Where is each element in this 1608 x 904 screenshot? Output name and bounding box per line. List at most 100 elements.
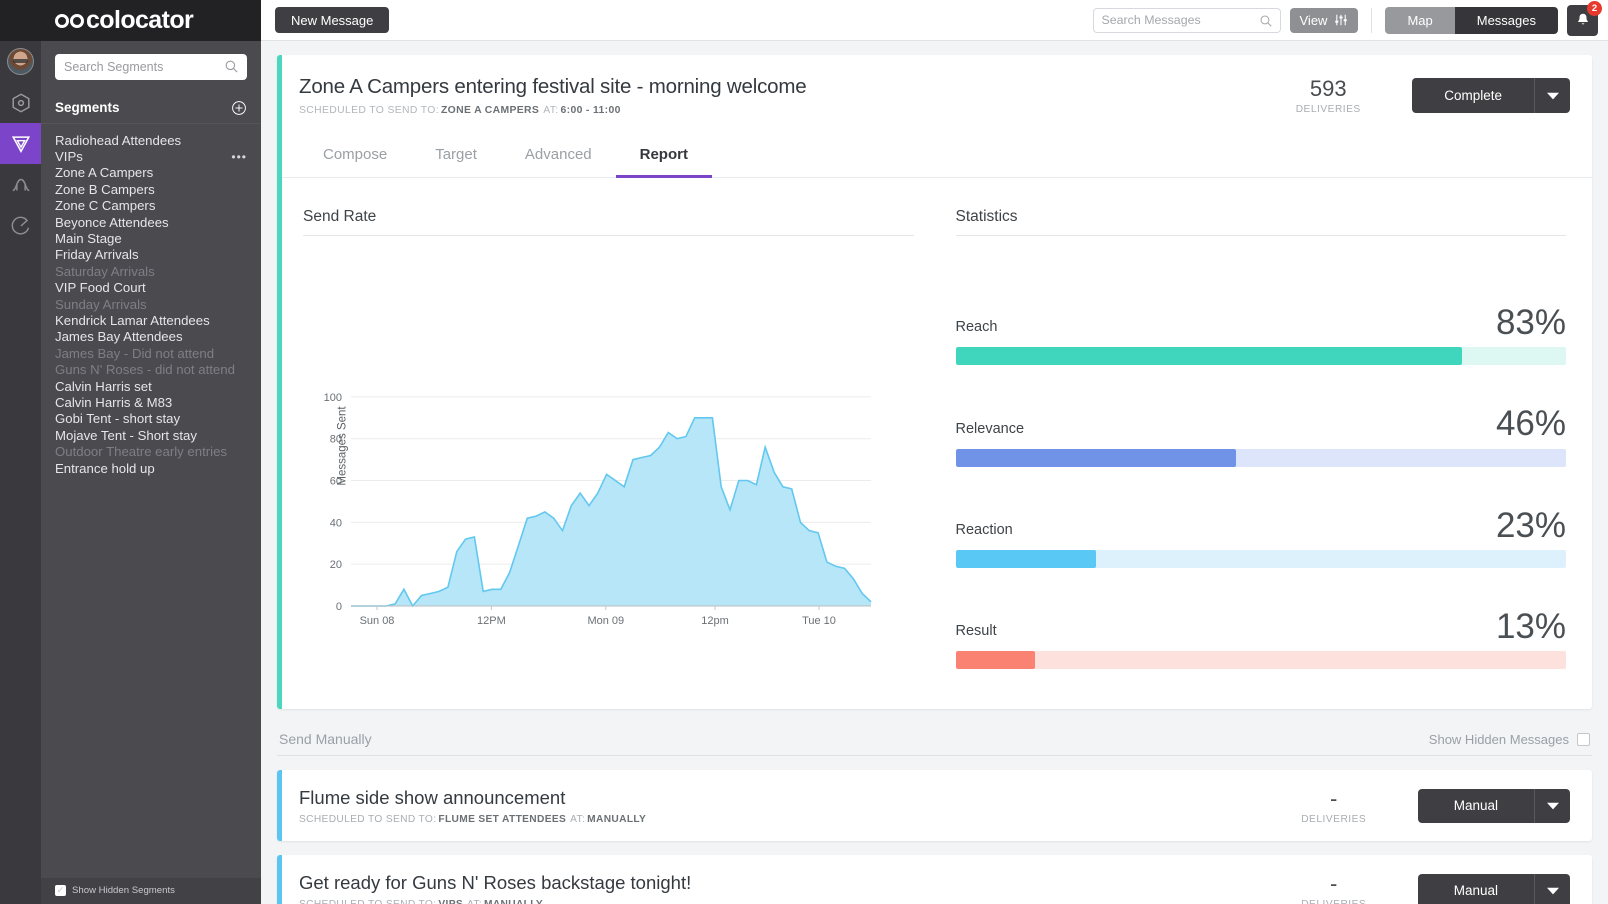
search-messages-input[interactable] [1093, 13, 1280, 27]
tab-target[interactable]: Target [411, 136, 501, 178]
sidebar-item-segment[interactable]: Gobi Tent - short stay [41, 411, 261, 427]
bell-curve-icon [11, 178, 30, 191]
statistic-reaction: Reaction 23% [955, 505, 1567, 568]
plus-circle-icon[interactable] [231, 100, 247, 116]
app-logo: colocator [43, 8, 194, 33]
segment-label: Guns N' Roses - did not attend [55, 362, 235, 378]
sidebar-item-segment[interactable]: Entrance hold up [41, 460, 261, 476]
manual-message-header: Flume side show announcement SCHEDULED TO… [277, 770, 1592, 841]
deliveries-label: DELIVERIES [1274, 899, 1394, 904]
logo-mark [55, 13, 84, 28]
statistic-label: Relevance [955, 420, 1025, 437]
deliveries-count: 593 [1309, 76, 1347, 101]
sidebar-item-segment[interactable]: Kendrick Lamar Attendees [41, 312, 261, 328]
send-manually-label: Send Manually [279, 731, 372, 747]
status-button[interactable]: Manual [1417, 788, 1534, 823]
tab-advanced[interactable]: Advanced [501, 136, 616, 178]
rail-item-hexagon[interactable] [0, 82, 41, 123]
sidebar-item-segment[interactable]: Main Stage [41, 230, 261, 246]
sidebar-item-segment[interactable]: VIPs ••• [41, 148, 261, 164]
status-button[interactable]: Manual [1417, 873, 1534, 904]
sidebar-item-segment[interactable]: Calvin Harris set [41, 378, 261, 394]
status-dropdown-button[interactable] [1534, 873, 1570, 904]
manual-message-card[interactable]: Flume side show announcement SCHEDULED TO… [277, 770, 1592, 841]
status-button[interactable]: Complete [1412, 78, 1534, 113]
chart-x-tick-label: Sun 08 [360, 615, 395, 627]
sidebar-item-segment[interactable]: Zone C Campers [41, 198, 261, 214]
segment-label: Entrance hold up [55, 460, 155, 476]
segment-search[interactable] [55, 54, 247, 80]
statistic-bar-track [955, 347, 1566, 366]
sliders-icon [1335, 14, 1348, 26]
rail-item-gauge[interactable] [0, 205, 41, 246]
show-hidden-segments-row[interactable]: ✓ Show Hidden Segments [41, 878, 261, 904]
segment-label: Sunday Arrivals [55, 296, 147, 312]
rail-item-avatar[interactable] [0, 41, 41, 82]
statistic-label: Reaction [955, 521, 1013, 538]
notification-badge: 2 [1587, 0, 1602, 16]
brand-bar: colocator [41, 0, 261, 41]
message-card-header: Zone A Campers entering festival site - … [277, 55, 1592, 136]
status-split-button: Complete [1412, 78, 1570, 113]
chart-x-tick-label: 12PM [477, 615, 506, 627]
rail-item-funnel[interactable] [0, 123, 41, 164]
statistic-value: 23% [1495, 505, 1566, 545]
notifications-button[interactable]: 2 [1567, 0, 1602, 36]
status-dropdown-button[interactable] [1534, 788, 1570, 823]
segment-more-icon[interactable]: ••• [231, 150, 247, 164]
message-segment: ZONE A CAMPERS [440, 105, 540, 116]
status-dropdown-button[interactable] [1534, 78, 1570, 113]
sidebar-item-segment[interactable]: Mojave Tent - Short stay [41, 427, 261, 443]
segments-header-title: Segments [55, 100, 120, 115]
sidebar-item-segment[interactable]: Zone A Campers [41, 165, 261, 181]
statistic-row: Reaction 23% [955, 505, 1567, 545]
sidebar-item-segment[interactable]: James Bay Attendees [41, 329, 261, 345]
manual-message-card[interactable]: Get ready for Guns N' Roses backstage to… [277, 855, 1592, 904]
segment-label: Beyonce Attendees [55, 214, 169, 230]
rail-item-curve[interactable] [0, 164, 41, 205]
content-scroll-area[interactable]: Zone A Campers entering festival site - … [261, 41, 1608, 904]
tab-report[interactable]: Report [615, 136, 712, 178]
tab-map[interactable]: Map [1385, 6, 1455, 34]
send-rate-chart: Messages Sent 0 20 40 60 80 100 Sun 08 12PM Mon … [303, 258, 914, 633]
hexagon-icon [11, 92, 30, 113]
sidebar-item-segment[interactable]: Saturday Arrivals [41, 263, 261, 279]
segment-label: Calvin Harris set [55, 378, 152, 394]
funnel-triangle-icon [11, 135, 30, 153]
search-segments-input[interactable] [55, 60, 247, 74]
deliveries-block: - DELIVERIES [1274, 871, 1394, 904]
page-title: Zone A Campers entering festival site - … [299, 75, 807, 98]
message-search[interactable] [1092, 7, 1281, 33]
statistic-label: Result [955, 623, 997, 639]
show-hidden-messages-row[interactable]: Show Hidden Messages [1429, 732, 1590, 747]
toolbar-divider [1371, 7, 1373, 33]
at-label: AT: [543, 105, 559, 116]
segments-header: Segments [41, 92, 261, 124]
tab-compose[interactable]: Compose [299, 136, 411, 178]
sidebar-item-segment[interactable]: Calvin Harris & M83 [41, 394, 261, 410]
sidebar-item-segment[interactable]: Friday Arrivals [41, 247, 261, 263]
tab-messages[interactable]: Messages [1454, 6, 1558, 34]
show-hidden-segments-checkbox[interactable]: ✓ [55, 885, 66, 896]
sidebar-item-segment[interactable]: Radiohead Attendees [41, 132, 261, 148]
sidebar-item-segment[interactable]: Sunday Arrivals [41, 296, 261, 312]
new-message-button[interactable]: New Message [275, 7, 390, 33]
statistic-bar-track [955, 549, 1566, 568]
message-tabs: Compose Target Advanced Report [277, 136, 1592, 178]
chevron-down-icon [1546, 887, 1559, 894]
sidebar-item-segment[interactable]: James Bay - Did not attend [41, 345, 261, 361]
statistics-list: Reach 83% Relevance 46% Reaction 23% Result 13% [955, 305, 1567, 669]
sidebar-item-segment[interactable]: Outdoor Theatre early entries [41, 443, 261, 459]
view-button[interactable]: View [1289, 7, 1359, 33]
sidebar-item-segment[interactable]: Beyonce Attendees [41, 214, 261, 230]
message-accent-bar [277, 55, 282, 709]
sidebar-item-segment[interactable]: Guns N' Roses - did not attend [41, 361, 261, 377]
chart-y-tick-label: 40 [330, 517, 342, 529]
sidebar-item-segment[interactable]: Zone B Campers [41, 181, 261, 197]
show-hidden-messages-checkbox[interactable] [1577, 732, 1590, 746]
manual-message-title: Get ready for Guns N' Roses backstage to… [299, 871, 692, 893]
sidebar-item-segment[interactable]: VIP Food Court [41, 280, 261, 296]
statistic-row: Reach 83% [956, 305, 1567, 340]
segment-label: Zone C Campers [55, 198, 156, 214]
chart-y-tick-label: 100 [324, 392, 342, 404]
